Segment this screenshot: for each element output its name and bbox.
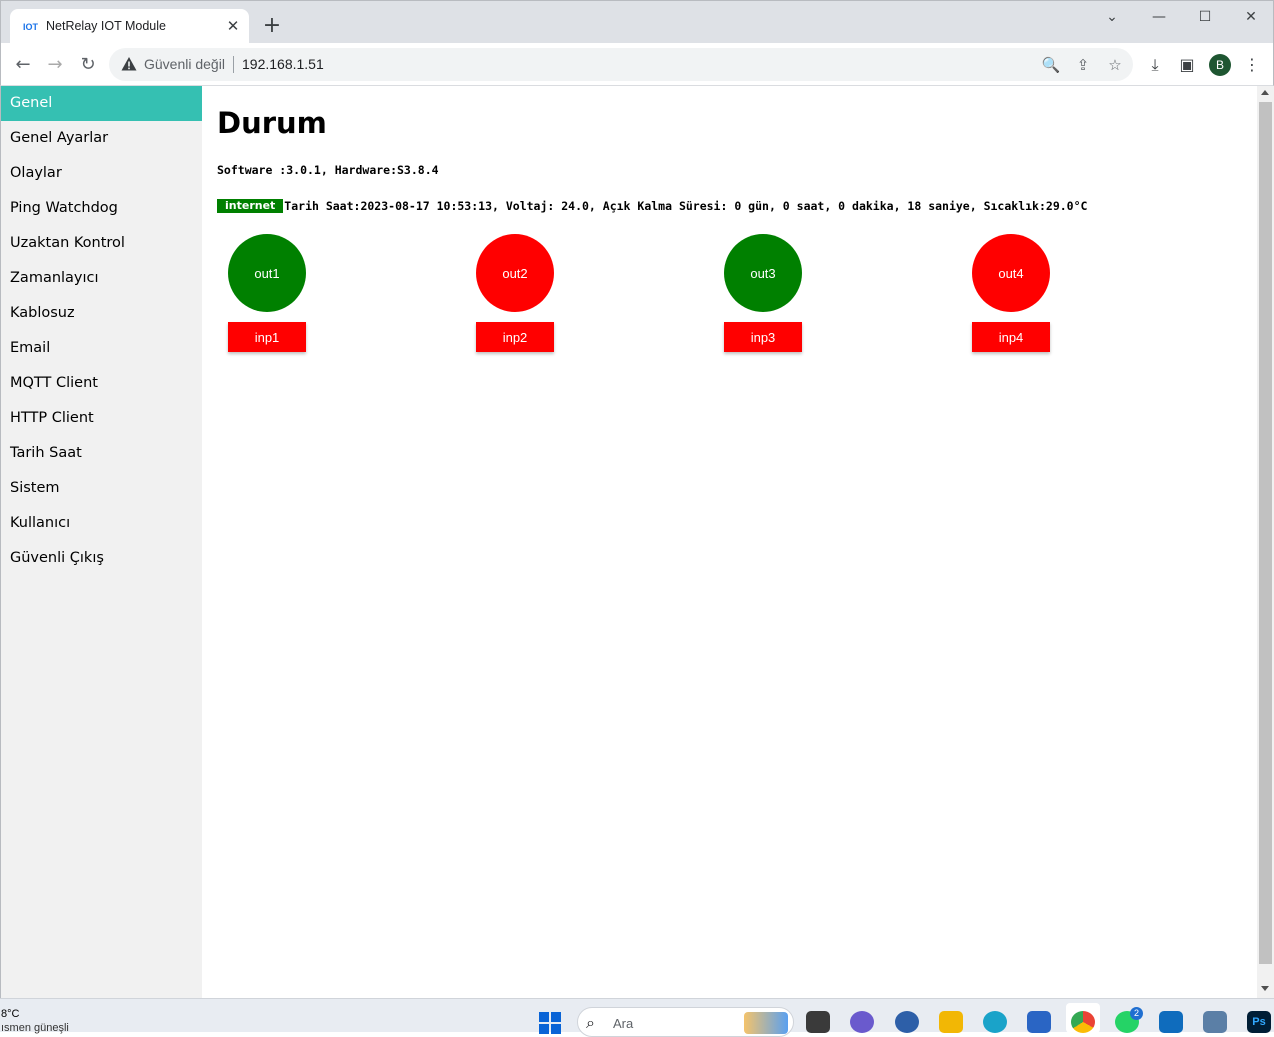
input-indicator-4: inp4 xyxy=(972,322,1050,352)
search-highlight-icon xyxy=(744,1012,788,1034)
os-taskbar: 8°C ısmen güneşli ⌕ Ara 2 Ps xyxy=(0,998,1274,1037)
weather-description[interactable]: ısmen güneşli xyxy=(1,1022,69,1034)
photoshop-icon[interactable]: Ps xyxy=(1247,1011,1271,1033)
browser-tab[interactable]: IOT NetRelay IOT Module ✕ xyxy=(10,9,249,44)
taskbar-search[interactable]: ⌕ Ara xyxy=(577,1007,794,1037)
side-panel-icon[interactable]: ▣ xyxy=(1176,54,1198,76)
download-icon[interactable]: ⤓ xyxy=(1144,54,1166,76)
teams-chat-icon[interactable] xyxy=(850,1011,874,1033)
tab-search-icon[interactable]: ⌄ xyxy=(1100,7,1124,27)
sidebar-item-sistem[interactable]: Sistem xyxy=(1,471,202,506)
sidebar-item-ping-watchdog[interactable]: Ping Watchdog xyxy=(1,191,202,226)
page-scrollbar[interactable] xyxy=(1257,86,1274,998)
network-tool-icon[interactable] xyxy=(1203,1011,1227,1033)
sidebar-item-email[interactable]: Email xyxy=(1,331,202,366)
new-tab-icon[interactable]: + xyxy=(261,15,283,37)
iot-favicon-icon: IOT xyxy=(23,21,38,32)
scroll-up-arrow-icon[interactable] xyxy=(1261,90,1269,95)
input-indicator-1: inp1 xyxy=(228,322,306,352)
output-toggle-1[interactable]: out1 xyxy=(228,234,306,312)
version-info: Software :3.0.1, Hardware:S3.8.4 xyxy=(217,163,439,177)
search-icon: ⌕ xyxy=(586,1013,595,1032)
share-icon[interactable]: ⇪ xyxy=(1073,55,1093,75)
output-toggle-4[interactable]: out4 xyxy=(972,234,1050,312)
input-indicator-2: inp2 xyxy=(476,322,554,352)
forward-arrow-icon[interactable]: → xyxy=(42,52,68,78)
task-view-icon[interactable] xyxy=(806,1011,830,1033)
chrome-icon[interactable] xyxy=(1071,1011,1095,1033)
minimize-icon[interactable]: — xyxy=(1147,7,1171,27)
window-close-icon[interactable]: ✕ xyxy=(1239,7,1263,27)
scroll-down-arrow-icon[interactable] xyxy=(1261,986,1269,991)
security-status-label[interactable]: Güvenli değil xyxy=(144,56,225,72)
sidebar-item-http-client[interactable]: HTTP Client xyxy=(1,401,202,436)
input-indicator-3: inp3 xyxy=(724,322,802,352)
windows-start-icon[interactable] xyxy=(539,1012,561,1034)
sidebar-item-guvenli-cikis[interactable]: Güvenli Çıkış xyxy=(1,541,202,576)
sidebar-item-mqtt-client[interactable]: MQTT Client xyxy=(1,366,202,401)
relay-channel-3: out3 inp3 xyxy=(724,234,802,352)
bookmark-star-icon[interactable]: ☆ xyxy=(1105,55,1125,75)
file-explorer-icon[interactable] xyxy=(939,1011,963,1033)
reload-icon[interactable]: ↻ xyxy=(75,52,101,78)
status-text: Tarih Saat:2023-08-17 10:53:13, Voltaj: … xyxy=(284,199,1088,213)
tab-title: NetRelay IOT Module xyxy=(46,19,166,33)
browser-tab-strip: IOT NetRelay IOT Module ✕ + ⌄ — ☐ ✕ xyxy=(0,0,1274,44)
app-crescent-icon[interactable] xyxy=(895,1011,919,1033)
kebab-menu-icon[interactable]: ⋮ xyxy=(1241,54,1263,76)
taskbar-search-placeholder: Ara xyxy=(613,1016,634,1031)
ms-store-icon[interactable] xyxy=(1027,1011,1051,1033)
sidebar-item-uzaktan-kontrol[interactable]: Uzaktan Kontrol xyxy=(1,226,202,261)
browser-toolbar: ← → ↻ Güvenli değil 192.168.1.51 🔍 ⇪ ☆ ⤓… xyxy=(0,43,1274,86)
relay-channel-4: out4 inp4 xyxy=(972,234,1050,352)
address-bar[interactable]: Güvenli değil 192.168.1.51 🔍 ⇪ ☆ xyxy=(109,48,1133,81)
status-line: internet Tarih Saat:2023-08-17 10:53:13,… xyxy=(217,199,1087,213)
sidebar-item-genel[interactable]: Genel xyxy=(1,86,202,121)
output-toggle-2[interactable]: out2 xyxy=(476,234,554,312)
tab-close-icon[interactable]: ✕ xyxy=(225,18,241,34)
weather-temperature[interactable]: 8°C xyxy=(1,1008,19,1020)
page-viewport: Genel Genel Ayarlar Olaylar Ping Watchdo… xyxy=(0,86,1274,998)
sidebar-item-zamanlayici[interactable]: Zamanlayıcı xyxy=(1,261,202,296)
zoom-icon[interactable]: 🔍 xyxy=(1041,55,1061,75)
sidebar-item-tarih-saat[interactable]: Tarih Saat xyxy=(1,436,202,471)
sidebar-item-genel-ayarlar[interactable]: Genel Ayarlar xyxy=(1,121,202,156)
sidebar: Genel Genel Ayarlar Olaylar Ping Watchdo… xyxy=(1,86,202,998)
relay-channel-1: out1 inp1 xyxy=(228,234,306,352)
maximize-icon[interactable]: ☐ xyxy=(1193,7,1217,27)
internet-status-badge: internet xyxy=(217,199,284,213)
output-toggle-3[interactable]: out3 xyxy=(724,234,802,312)
main-content: Durum Software :3.0.1, Hardware:S3.8.4 i… xyxy=(217,86,1257,998)
sidebar-item-kullanici[interactable]: Kullanıcı xyxy=(1,506,202,541)
warning-triangle-icon xyxy=(121,57,137,71)
whatsapp-badge: 2 xyxy=(1130,1007,1143,1020)
sidebar-item-kablosuz[interactable]: Kablosuz xyxy=(1,296,202,331)
outlook-icon[interactable] xyxy=(1159,1011,1183,1033)
profile-avatar[interactable]: B xyxy=(1209,54,1231,76)
page-title: Durum xyxy=(217,106,327,140)
scroll-thumb[interactable] xyxy=(1259,102,1272,964)
back-arrow-icon[interactable]: ← xyxy=(10,52,36,78)
omnibox-divider xyxy=(233,56,234,73)
edge-browser-icon[interactable] xyxy=(983,1011,1007,1033)
sidebar-item-olaylar[interactable]: Olaylar xyxy=(1,156,202,191)
url-text[interactable]: 192.168.1.51 xyxy=(242,56,324,72)
relay-channel-2: out2 inp2 xyxy=(476,234,554,352)
